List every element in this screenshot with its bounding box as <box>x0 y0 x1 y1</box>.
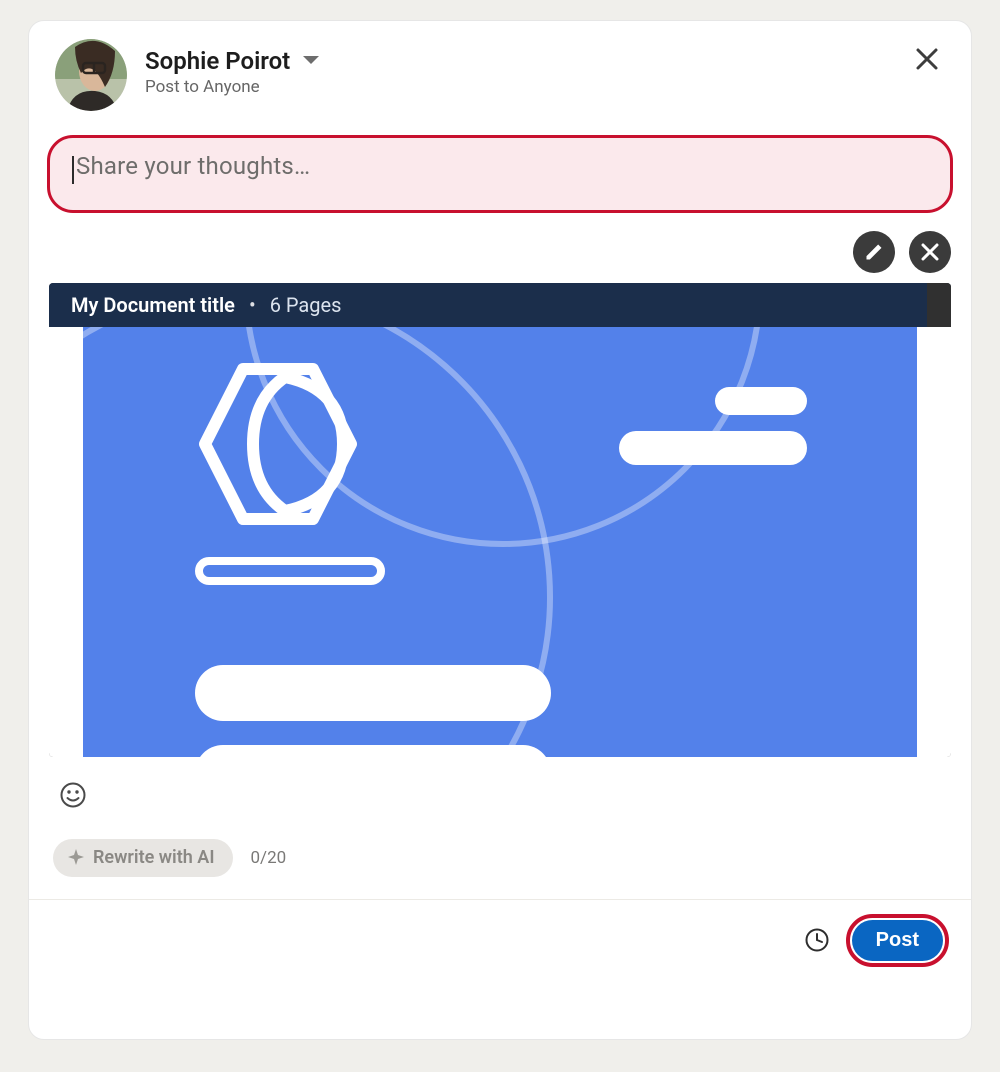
composer-area: Share your thoughts… <box>47 135 953 213</box>
document-slide <box>83 327 917 757</box>
rewrite-with-ai-label: Rewrite with AI <box>93 847 215 868</box>
author-name: Sophie Poirot <box>145 47 290 75</box>
text-cursor <box>72 156 74 184</box>
edit-attachment-button[interactable] <box>853 231 895 273</box>
modal-footer: Post <box>29 900 971 983</box>
decor-pill <box>195 745 551 757</box>
rewrite-row: Rewrite with AI 0/20 <box>29 811 971 899</box>
caret-down-icon <box>302 55 320 67</box>
close-icon <box>921 243 939 261</box>
document-pages: 6 Pages <box>270 293 342 317</box>
post-button-highlight: Post <box>846 914 949 967</box>
attachment-actions <box>29 213 971 283</box>
decor-pill <box>195 665 551 721</box>
smile-icon <box>59 781 87 809</box>
emoji-row <box>29 757 971 811</box>
decor-pill <box>715 387 807 415</box>
avatar[interactable] <box>55 39 127 111</box>
sparkle-icon <box>67 848 85 866</box>
modal-header: Sophie Poirot Post to Anyone <box>29 21 971 121</box>
clock-icon <box>804 927 830 953</box>
close-button[interactable] <box>907 39 947 79</box>
document-header: My Document title • 6 Pages <box>49 283 951 327</box>
document-preview <box>49 327 951 757</box>
post-button[interactable]: Post <box>852 920 943 961</box>
document-title: My Document title <box>71 293 235 317</box>
dot-separator: • <box>249 293 256 317</box>
author-name-row[interactable]: Sophie Poirot <box>145 47 907 75</box>
schedule-button[interactable] <box>800 923 834 957</box>
pencil-icon <box>864 242 884 262</box>
create-post-modal: Sophie Poirot Post to Anyone Share your … <box>28 20 972 1040</box>
composer-input[interactable]: Share your thoughts… <box>47 135 953 213</box>
decor-bar <box>195 557 385 585</box>
remove-attachment-button[interactable] <box>909 231 951 273</box>
rewrite-with-ai-button[interactable]: Rewrite with AI <box>53 839 233 877</box>
emoji-button[interactable] <box>57 779 89 811</box>
decor-pill <box>619 431 807 465</box>
author-block: Sophie Poirot Post to Anyone <box>145 39 907 97</box>
rewrite-counter: 0/20 <box>251 848 287 868</box>
audience-label: Post to Anyone <box>145 77 907 97</box>
document-card[interactable]: My Document title • 6 Pages <box>49 283 951 757</box>
decor-logo <box>193 349 373 543</box>
composer-placeholder: Share your thoughts… <box>76 152 310 180</box>
